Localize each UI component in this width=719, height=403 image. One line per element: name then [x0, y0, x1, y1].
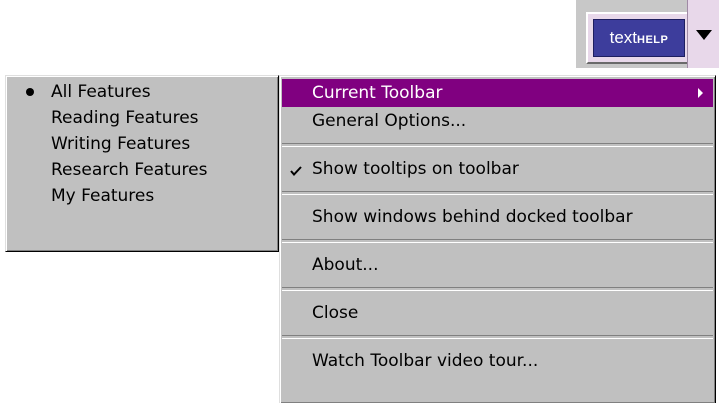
submenu-item-all-features[interactable]: All Features	[6, 79, 278, 105]
submenu-item-label: My Features	[51, 186, 155, 206]
chevron-right-icon	[698, 88, 703, 98]
menu-item-label: Close	[312, 303, 359, 323]
triangle-down-icon	[695, 30, 712, 40]
menu-item-show-tooltips[interactable]: Show tooltips on toolbar	[280, 155, 715, 183]
menu-item-about[interactable]: About...	[280, 251, 715, 279]
menu-item-current-toolbar[interactable]: Current Toolbar	[282, 79, 713, 107]
menu-item-close[interactable]: Close	[280, 299, 715, 327]
menu-item-show-windows-behind[interactable]: Show windows behind docked toolbar	[280, 203, 715, 231]
texthelp-logo: textHELP	[593, 19, 685, 57]
submenu-item-label: Writing Features	[51, 134, 191, 154]
current-toolbar-submenu: All Features Reading Features Writing Fe…	[5, 75, 279, 252]
submenu-item-research-features[interactable]: Research Features	[6, 157, 278, 183]
texthelp-button[interactable]: textHELP	[586, 12, 694, 64]
toolbar-options-menu: Current Toolbar General Options... Show …	[279, 75, 716, 403]
submenu-item-my-features[interactable]: My Features	[6, 183, 278, 209]
radio-bullet-icon	[26, 88, 34, 96]
submenu-item-label: Research Features	[51, 160, 208, 180]
menu-item-label: About...	[312, 255, 379, 275]
menu-separator	[282, 335, 713, 339]
submenu-item-writing-features[interactable]: Writing Features	[6, 131, 278, 157]
brand-text: textHELP	[609, 28, 669, 47]
menu-item-label: Watch Toolbar video tour...	[312, 351, 539, 371]
menu-separator	[282, 239, 713, 243]
menu-item-label: General Options...	[312, 111, 467, 131]
toolbar-dropdown-button[interactable]	[687, 0, 719, 68]
texthelp-toolbar: textHELP	[576, 0, 719, 68]
desktop: textHELP All Features Reading Features W…	[0, 0, 719, 403]
menu-separator	[282, 191, 713, 195]
menu-item-general-options[interactable]: General Options...	[280, 107, 715, 135]
menu-item-label: Current Toolbar	[312, 83, 443, 103]
menu-separator	[282, 143, 713, 147]
menu-separator	[282, 287, 713, 291]
submenu-item-label: Reading Features	[51, 108, 199, 128]
checkmark-icon	[290, 166, 302, 176]
submenu-item-label: All Features	[51, 82, 151, 102]
menu-item-label: Show tooltips on toolbar	[312, 159, 519, 179]
submenu-item-reading-features[interactable]: Reading Features	[6, 105, 278, 131]
menu-item-watch-video-tour[interactable]: Watch Toolbar video tour...	[280, 347, 715, 375]
menu-item-label: Show windows behind docked toolbar	[312, 207, 633, 227]
